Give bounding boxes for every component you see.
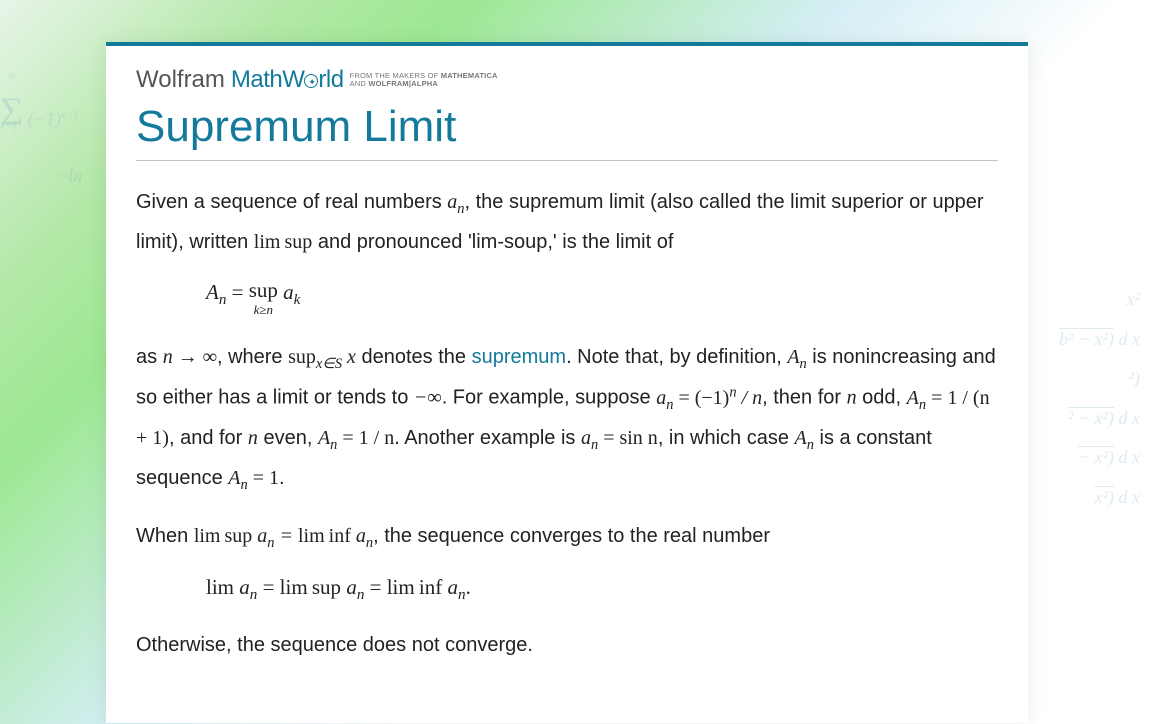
paragraph-1: Given a sequence of real numbers an, the… — [136, 183, 998, 262]
article-card: Wolfram MathW✦rld FROM THE MAKERS OF MAT… — [106, 42, 1028, 723]
page-title: Supremum Limit — [136, 102, 998, 161]
logo-tagline: FROM THE MAKERS OF MATHEMATICA AND WOLFR… — [350, 72, 498, 89]
paragraph-4: Otherwise, the sequence does not converg… — [136, 626, 998, 665]
supremum-link[interactable]: supremum — [472, 346, 566, 368]
paragraph-2: as n → ∞, where supx∈S x denotes the sup… — [136, 338, 998, 499]
equation-1: An = supk≥n ak — [206, 280, 998, 316]
logo-mathworld: MathW✦rld — [231, 66, 344, 94]
paragraph-3: When lim sup an = lim inf an, the sequen… — [136, 517, 998, 557]
article-content: Given a sequence of real numbers an, the… — [136, 183, 998, 665]
equation-2: lim an = lim sup an = lim inf an. — [206, 575, 998, 604]
background-math-left: ∞ Σ (−1)k−1 k=1 −ln — [0, 80, 120, 191]
logo-wolfram: Wolfram — [136, 66, 225, 94]
site-logo[interactable]: Wolfram MathW✦rld FROM THE MAKERS OF MAT… — [136, 66, 998, 94]
background-math-right: x² b² − x²) d x ²) ² − x²) d x − x²) d x… — [1020, 280, 1150, 518]
